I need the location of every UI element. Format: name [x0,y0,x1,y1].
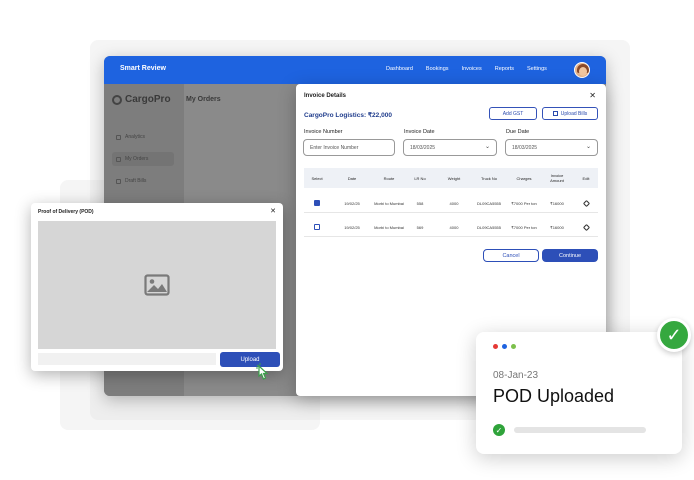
invoice-date-label: Invoice Date [404,129,435,135]
table-row: 19/02/25 Morbi to Mumbai 558 4000 DL09CA… [304,193,598,213]
bills-icon [116,178,121,184]
cell-charges: ₹7000 Per ton [511,224,537,230]
cell-date: 19/02/25 [344,224,360,230]
due-date-label: Due Date [506,129,530,135]
invoice-number-label: Invoice Number [304,129,343,135]
proof-of-delivery-modal: Proof of Delivery (POD) ✕ Upload [31,203,283,371]
success-check-icon: ✓ [657,318,691,352]
nav-settings[interactable]: Settings [527,66,547,72]
sidebar-item-analytics[interactable]: Analytics [112,130,174,144]
toast-title: POD Uploaded [493,386,615,406]
cell-route: Morbi to Mumbai [374,224,404,230]
nav-bookings[interactable]: Bookings [426,66,449,72]
cargopro-logo: CargoPro [112,94,171,105]
page-title: My Orders [186,96,221,103]
row-checkbox[interactable] [314,200,320,206]
col-charges: Charges [516,175,532,181]
invoice-date-select[interactable]: 18/03/2025 ⌄ [403,139,497,156]
sidebar-item-draft-bills[interactable]: Draft Bills [112,174,174,188]
close-icon[interactable]: ✕ [589,91,596,100]
user-avatar[interactable] [574,62,590,78]
upload-icon [552,111,558,116]
pod-image-preview [38,221,276,349]
pod-modal-title: Proof of Delivery (POD) [38,209,94,215]
screenshot-stage: Smart Review Dashboard Bookings Invoices… [0,0,694,480]
nav-reports[interactable]: Reports [495,66,514,72]
image-placeholder-icon [144,274,170,296]
red-dot-icon [493,344,498,349]
invoice-modal-title: Invoice Details [304,93,347,99]
toast-date: 08-Jan-23 [493,370,539,381]
close-icon[interactable]: ✕ [270,207,276,215]
col-lr: LR No [414,175,426,181]
blue-dot-icon [502,344,507,349]
chevron-down-icon: ⌄ [585,144,591,150]
cell-amount: ₹16000 [550,224,564,230]
cell-lr: 569 [416,224,424,230]
cell-truck: DL09CA5555 [476,200,502,206]
logo-icon [112,94,122,105]
window-dots [493,344,516,349]
top-nav: Dashboard Bookings Invoices Reports Sett… [386,66,560,72]
table-row: 19/02/25 Morbi to Mumbai 569 4000 DL09CA… [304,217,598,237]
cell-weight: 4000 [449,200,459,206]
col-select: Select [311,175,323,181]
progress-bar [514,427,646,433]
sidebar-item-my-orders[interactable]: My Orders [112,152,174,166]
col-weight: Weight [447,175,461,181]
nav-invoices[interactable]: Invoices [462,66,482,72]
col-edit: Edit [582,175,590,181]
col-date: Date [347,175,357,181]
row-checkbox[interactable] [314,224,320,230]
invoice-number-input[interactable]: Enter Invoice Number [303,139,395,156]
invoice-subtitle: CargoPro Logistics: ₹22,000 [304,112,392,119]
continue-button[interactable]: Continue [542,249,598,262]
orders-icon [116,156,121,162]
app-title: Smart Review [120,65,166,72]
edit-icon[interactable] [582,199,590,207]
due-date-select[interactable]: 18/03/2025 ⌄ [505,139,598,156]
file-path-field[interactable] [38,353,216,365]
cancel-button[interactable]: Cancel [483,249,539,262]
cell-amount: ₹16000 [550,200,564,206]
top-nav-bar: Smart Review Dashboard Bookings Invoices… [104,56,606,84]
pod-uploaded-card: 08-Jan-23 POD Uploaded ✓ [476,332,682,454]
nav-dashboard[interactable]: Dashboard [386,66,413,72]
check-icon: ✓ [493,424,505,436]
col-amount: Invoice Amount [550,173,564,183]
cell-truck: DL09CA5555 [476,224,502,230]
col-route: Route [383,175,395,181]
cell-route: Morbi to Mumbai [374,200,404,206]
analytics-icon [116,134,121,140]
edit-icon[interactable] [582,223,590,231]
col-truck: Truck No [480,175,498,181]
cell-weight: 4000 [449,224,459,230]
green-dot-icon [511,344,516,349]
cell-charges: ₹7000 Per ton [511,200,537,206]
chevron-down-icon: ⌄ [484,144,490,150]
add-gst-button[interactable]: Add GST [489,107,537,120]
pointer-cursor-icon [256,363,269,380]
upload-bills-button[interactable]: Upload Bills [542,107,598,120]
cell-lr: 558 [416,200,424,206]
table-header: Select Date Route LR No Weight Truck No … [304,168,598,188]
cell-date: 19/02/25 [344,200,360,206]
